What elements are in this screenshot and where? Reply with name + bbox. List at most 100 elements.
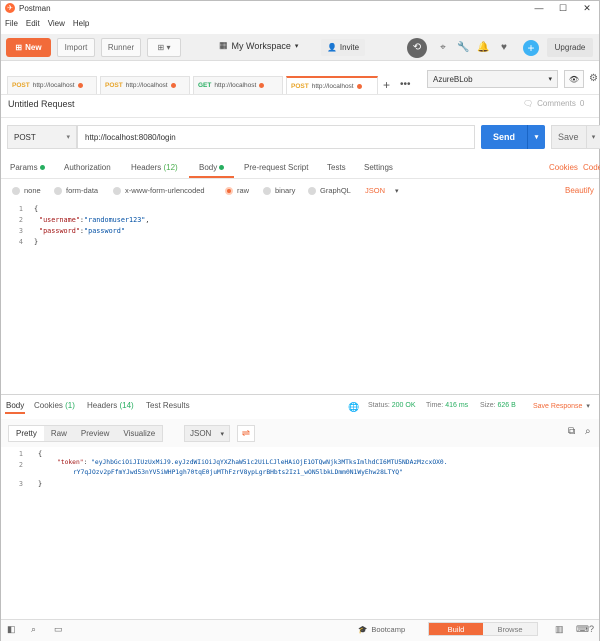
send-button[interactable]: Send ▾: [481, 125, 545, 149]
wrench-icon[interactable]: 🔧: [457, 42, 469, 54]
search-icon[interactable]: ⌕: [585, 426, 591, 437]
tab-headers[interactable]: Headers (12): [131, 163, 178, 172]
body-format-select[interactable]: JSON ▾: [365, 186, 399, 195]
tab-prerequest-script[interactable]: Pre-request Script: [244, 163, 308, 172]
tab-prerequest-label: Pre-request Script: [244, 163, 309, 172]
divider: [1, 117, 599, 118]
import-button[interactable]: Import: [57, 38, 95, 57]
chevron-down-icon[interactable]: ▾: [528, 133, 545, 141]
wrap-lines-icon[interactable]: ⇌: [237, 425, 255, 442]
heart-icon[interactable]: ♥: [498, 42, 510, 54]
radio-raw[interactable]: raw: [225, 186, 249, 195]
send-label: Send: [492, 132, 515, 142]
help-icon[interactable]: ?: [589, 622, 594, 636]
view-visualize-button[interactable]: Visualize: [116, 426, 162, 441]
response-body-viewer[interactable]: 1 2 3 { "token": "eyJhbGciOiJIUzUxMiJ9.e…: [1, 449, 599, 614]
globe-icon[interactable]: 🌐: [348, 402, 359, 413]
view-preview-button[interactable]: Preview: [74, 426, 116, 441]
radio-binary[interactable]: binary: [263, 186, 295, 195]
copy-icon[interactable]: ⧉: [568, 426, 575, 437]
find-icon[interactable]: ⌕: [31, 622, 36, 636]
save-response-button[interactable]: Save Response ▾: [533, 402, 590, 410]
request-tab[interactable]: POST http://localhost: [7, 76, 97, 94]
url-input[interactable]: http://localhost:8080/login: [77, 125, 475, 149]
sync-icon[interactable]: ⟲: [407, 38, 427, 58]
chevron-down-icon: ▾: [220, 430, 224, 438]
new-window-button[interactable]: ⊞ ▾: [147, 38, 181, 57]
response-tab-body[interactable]: Body: [6, 401, 24, 410]
code-line-username: "username":"randomuser123",: [39, 216, 150, 224]
minimize-button[interactable]: —: [527, 3, 551, 14]
save-response-label: Save Response: [533, 403, 583, 410]
response-tab-test-results[interactable]: Test Results: [146, 401, 190, 410]
response-cookies-count: (1): [65, 401, 75, 410]
browse-button[interactable]: Browse: [483, 623, 537, 635]
tab-settings[interactable]: Settings: [364, 163, 393, 172]
runner-button[interactable]: Runner: [101, 38, 141, 57]
tab-options-icon[interactable]: •••: [400, 79, 411, 90]
eye-icon[interactable]: 👁: [564, 70, 584, 88]
request-tab[interactable]: GET http://localhost: [193, 76, 283, 94]
new-tab-button[interactable]: +: [383, 78, 390, 92]
request-tab[interactable]: POST http://localhost: [100, 76, 190, 94]
comment-icon: 🗨: [523, 99, 534, 108]
menu-help[interactable]: Help: [69, 19, 93, 28]
radio-urlencoded[interactable]: x-www-form-urlencoded: [113, 186, 205, 195]
keyboard-icon[interactable]: ⌨: [576, 622, 589, 636]
response-format-select[interactable]: JSON ▾: [184, 425, 230, 442]
response-tab-headers[interactable]: Headers (14): [87, 401, 134, 410]
tab-authorization[interactable]: Authorization: [64, 163, 111, 172]
upgrade-label: Upgrade: [554, 43, 586, 52]
radio-none-label: none: [24, 186, 41, 195]
bell-icon[interactable]: 🔔: [477, 42, 489, 54]
two-pane-icon[interactable]: ▥: [555, 622, 564, 636]
tab-body[interactable]: Body: [199, 163, 225, 172]
menu-view[interactable]: View: [44, 19, 69, 28]
active-dot-icon: [219, 165, 225, 171]
radio-graphql[interactable]: GraphQL: [308, 186, 351, 195]
response-time: Time: 416 ms: [426, 402, 468, 409]
response-tab-cookies[interactable]: Cookies (1): [34, 401, 75, 410]
tab-params[interactable]: Params: [10, 163, 45, 172]
radio-form-data[interactable]: form-data: [54, 186, 98, 195]
code-value-continued: rY7qJOzv2pFfmYJwd53nYV5iWHP1gh70tqE0juMT…: [73, 469, 403, 476]
comments-button[interactable]: 🗨 Comments 0: [523, 99, 584, 108]
method-value: POST: [14, 132, 36, 142]
bootcamp-button[interactable]: 🎓 Bootcamp: [358, 622, 405, 636]
add-icon[interactable]: +: [523, 40, 539, 56]
environment-label: AzureBLob: [433, 74, 473, 84]
code-line-password: "password":"password": [39, 227, 125, 235]
workspace-selector[interactable]: ▦ My Workspace ▾: [219, 40, 298, 51]
tab-headers-count: (12): [163, 163, 178, 172]
menu-edit[interactable]: Edit: [22, 19, 44, 28]
save-button[interactable]: Save ▾: [551, 125, 600, 149]
body-format-label: JSON: [365, 186, 386, 195]
sidebar-toggle-icon[interactable]: ◧: [7, 622, 16, 636]
request-body-editor[interactable]: 1 2 3 4 { "username":"randomuser123", "p…: [1, 204, 599, 384]
invite-button[interactable]: 👤 Invite: [321, 39, 365, 56]
maximize-button[interactable]: ☐: [551, 3, 575, 14]
satellite-icon[interactable]: ⌖: [437, 42, 449, 54]
response-format-label: JSON: [190, 429, 212, 438]
new-button[interactable]: ⊞ New: [6, 38, 51, 57]
radio-none[interactable]: none: [12, 186, 41, 195]
beautify-link[interactable]: Beautify: [565, 186, 594, 195]
close-window-button[interactable]: ✕: [575, 3, 599, 14]
tab-tests[interactable]: Tests: [327, 163, 346, 172]
code-link[interactable]: Code: [583, 163, 600, 172]
console-icon[interactable]: ▭: [54, 622, 63, 636]
tab-method: POST: [105, 82, 123, 89]
build-button[interactable]: Build: [429, 623, 483, 635]
code-line-token: "token": "eyJhbGciOiJIUzUxMiJ9.eyJzdWIiO…: [57, 459, 448, 466]
view-pretty-button[interactable]: Pretty: [9, 426, 44, 441]
cookies-link[interactable]: Cookies: [549, 163, 578, 172]
environment-selector[interactable]: AzureBLob ▾: [427, 70, 558, 88]
request-tab-active[interactable]: POST http://localhost: [286, 76, 378, 94]
settings-gear-icon[interactable]: ⚙: [589, 73, 598, 84]
postman-logo-icon: ✈: [5, 3, 15, 13]
chevron-down-icon[interactable]: ▾: [587, 133, 600, 141]
menu-file[interactable]: File: [1, 19, 22, 28]
upgrade-button[interactable]: Upgrade: [547, 38, 593, 57]
method-select[interactable]: POST ▾: [7, 125, 77, 149]
view-raw-button[interactable]: Raw: [44, 426, 74, 441]
